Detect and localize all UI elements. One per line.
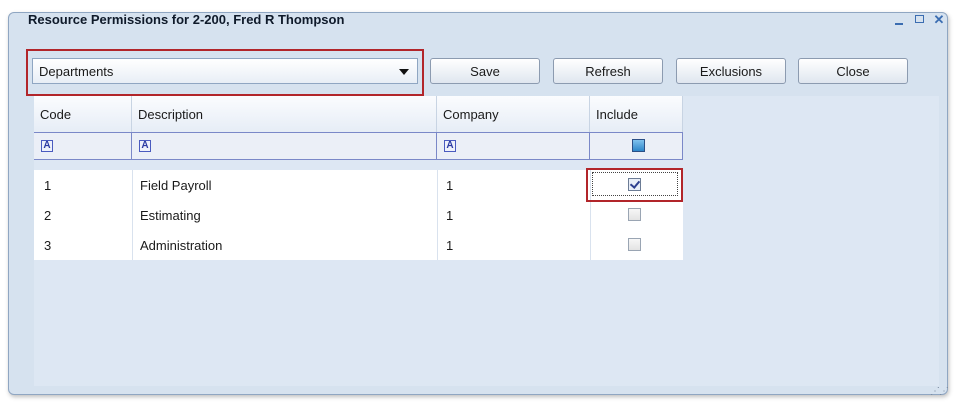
include-checkbox[interactable]: [628, 178, 641, 191]
text-filter-icon[interactable]: A: [444, 140, 456, 152]
minimize-icon[interactable]: [892, 13, 906, 27]
cell-description: Field Payroll: [140, 177, 212, 193]
filter-cell-description[interactable]: A: [132, 132, 437, 160]
column-divider: [132, 170, 133, 260]
exclusions-button[interactable]: Exclusions: [676, 58, 786, 84]
close-button[interactable]: Close: [798, 58, 908, 84]
include-checkbox[interactable]: [628, 208, 641, 221]
maximize-icon[interactable]: [912, 13, 926, 27]
column-header-description[interactable]: Description: [132, 96, 437, 132]
cell-company: 1: [446, 237, 454, 253]
category-dropdown[interactable]: Departments: [32, 58, 418, 84]
column-header-company[interactable]: Company: [437, 96, 590, 132]
cell-code: 2: [44, 207, 52, 223]
text-filter-icon[interactable]: A: [41, 140, 53, 152]
refresh-button[interactable]: Refresh: [553, 58, 663, 84]
window-controls: ✕: [892, 13, 946, 27]
cell-company: 1: [446, 177, 454, 193]
cell-code: 1: [44, 177, 52, 193]
cell-code: 3: [44, 237, 52, 253]
chevron-down-icon[interactable]: [399, 69, 409, 75]
cell-company: 1: [446, 207, 454, 223]
text-filter-icon[interactable]: A: [139, 140, 151, 152]
resize-grip-icon[interactable]: ⋰⋰: [930, 386, 949, 397]
filter-cell-company[interactable]: A: [437, 132, 590, 160]
dropdown-value: Departments: [39, 63, 114, 79]
cell-description: Estimating: [140, 207, 201, 223]
checkbox-filter-icon[interactable]: [632, 139, 645, 152]
column-header-code[interactable]: Code: [34, 96, 132, 132]
include-checkbox[interactable]: [628, 238, 641, 251]
close-icon[interactable]: ✕: [932, 13, 946, 27]
save-button[interactable]: Save: [430, 58, 540, 84]
column-divider: [437, 170, 438, 260]
cell-description: Administration: [140, 237, 223, 253]
filter-cell-code[interactable]: A: [34, 132, 132, 160]
column-header-include[interactable]: Include: [590, 96, 683, 132]
window-title: Resource Permissions for 2-200, Fred R T…: [28, 12, 345, 27]
